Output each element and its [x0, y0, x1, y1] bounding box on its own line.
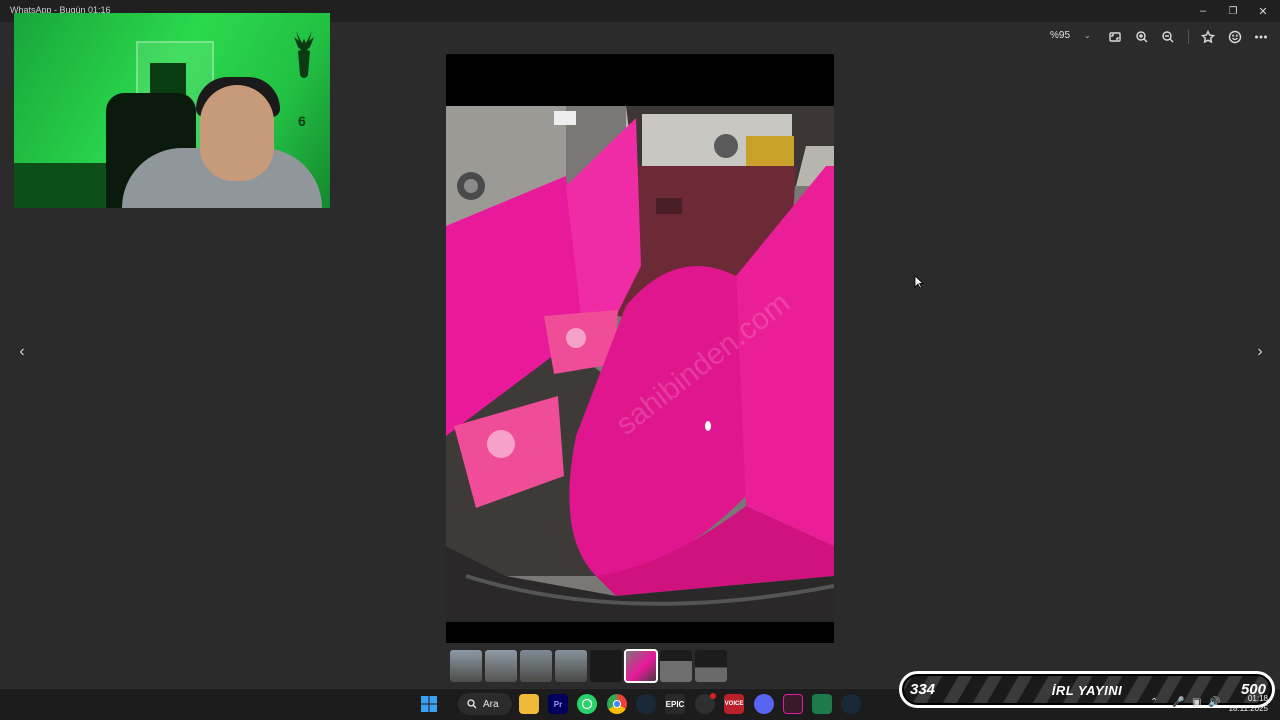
obs-icon[interactable] [695, 693, 716, 714]
restore-icon: ❐ [1228, 5, 1238, 17]
fit-screen-button[interactable] [1107, 29, 1123, 45]
green-app-icon[interactable] [812, 694, 832, 714]
main-image: sahibinden.com [446, 54, 834, 643]
zoom-level: %95 [1050, 30, 1071, 41]
zoom-dropdown[interactable]: %95 ⌄ [1050, 30, 1091, 41]
file-explorer-icon[interactable] [519, 694, 539, 714]
steam-icon[interactable] [636, 694, 656, 714]
whatsapp-icon[interactable] [577, 694, 597, 714]
epic-label: EPIC [665, 699, 685, 709]
windows-logo-icon [421, 696, 437, 712]
car-interior-illustration: sahibinden.com [446, 106, 834, 622]
filmstrip [450, 649, 727, 684]
search-icon [467, 699, 477, 709]
streamer-head [200, 85, 274, 181]
more-options-button[interactable] [1253, 29, 1269, 45]
taskbar-search[interactable]: Ara [458, 693, 512, 715]
photo-viewer-window: WhatsApp - Bugün 01:16 – ❐ ✕ %95 ⌄ 6 ‹ ›… [0, 0, 1280, 720]
voicemeeter-icon[interactable]: VOICE [724, 694, 744, 714]
zoom-in-button[interactable] [1134, 29, 1150, 45]
zoom-out-icon [1162, 31, 1174, 43]
favorite-button[interactable] [1200, 29, 1216, 45]
chevron-left-icon: ‹ [19, 343, 25, 360]
voicemeeter-label: VOICE [724, 701, 744, 707]
restore-button[interactable]: ❐ [1218, 0, 1248, 22]
overlay-label: İRL YAYINI [1051, 683, 1123, 698]
clock-time: 01:18 [1247, 694, 1268, 703]
webcam-overlay: 6 [14, 13, 330, 208]
fit-screen-icon [1109, 32, 1121, 42]
volume-icon[interactable]: 🔊 [1208, 697, 1220, 708]
thumbnail[interactable] [660, 650, 692, 682]
close-icon: ✕ [1258, 5, 1268, 18]
premiere-label: Pr [553, 699, 563, 709]
overlay-current-count: 334 [910, 681, 936, 698]
thumbnail[interactable] [590, 650, 622, 682]
mouse-cursor-icon [914, 275, 924, 289]
minimize-button[interactable]: – [1188, 0, 1218, 22]
close-button[interactable]: ✕ [1248, 0, 1278, 22]
chevron-right-icon: › [1257, 343, 1263, 360]
search-label: Ara [483, 698, 499, 710]
previous-image-button[interactable]: ‹ [12, 340, 32, 364]
steam-secondary-icon[interactable] [841, 694, 861, 714]
thumbnail[interactable] [520, 650, 552, 682]
thumbnail[interactable] [485, 650, 517, 682]
epic-games-icon[interactable]: EPIC [665, 694, 685, 714]
chrome-icon[interactable] [607, 694, 627, 714]
recording-dot [710, 693, 716, 699]
chevron-down-icon: ⌄ [1084, 31, 1091, 40]
zoom-in-icon [1136, 31, 1148, 43]
zoom-out-button[interactable] [1160, 29, 1176, 45]
deer-head-decor [294, 31, 314, 78]
thumbnail[interactable] [695, 650, 727, 682]
windows-start-button[interactable] [419, 694, 439, 714]
tray-chevron-icon[interactable]: ⌃ [1150, 697, 1158, 708]
network-icon[interactable]: ▣ [1192, 697, 1201, 708]
microphone-icon[interactable]: 🎤 [1172, 697, 1184, 708]
more-icon [1255, 35, 1267, 39]
smiley-icon [1228, 30, 1242, 44]
thumbnail[interactable] [450, 650, 482, 682]
discord-icon[interactable] [754, 694, 774, 714]
whatsapp-phone-icon [581, 698, 593, 710]
pink-app-icon[interactable] [783, 694, 803, 714]
star-icon [1201, 30, 1215, 44]
minimize-icon: – [1199, 5, 1207, 17]
thumbnail[interactable] [555, 650, 587, 682]
premiere-pro-icon[interactable]: Pr [548, 694, 568, 714]
thumbnail-selected[interactable] [624, 649, 658, 683]
system-clock[interactable]: 01:18 18.11.2025 [1222, 694, 1268, 714]
chrome-center [613, 700, 621, 708]
react-button[interactable] [1227, 29, 1243, 45]
toolbar-divider [1188, 30, 1189, 44]
clock-date: 18.11.2025 [1228, 704, 1268, 713]
next-image-button[interactable]: › [1250, 340, 1270, 364]
wall-number-decor: 6 [298, 113, 306, 129]
webcam-window [150, 63, 186, 97]
car-interior-photo: sahibinden.com [446, 106, 834, 622]
